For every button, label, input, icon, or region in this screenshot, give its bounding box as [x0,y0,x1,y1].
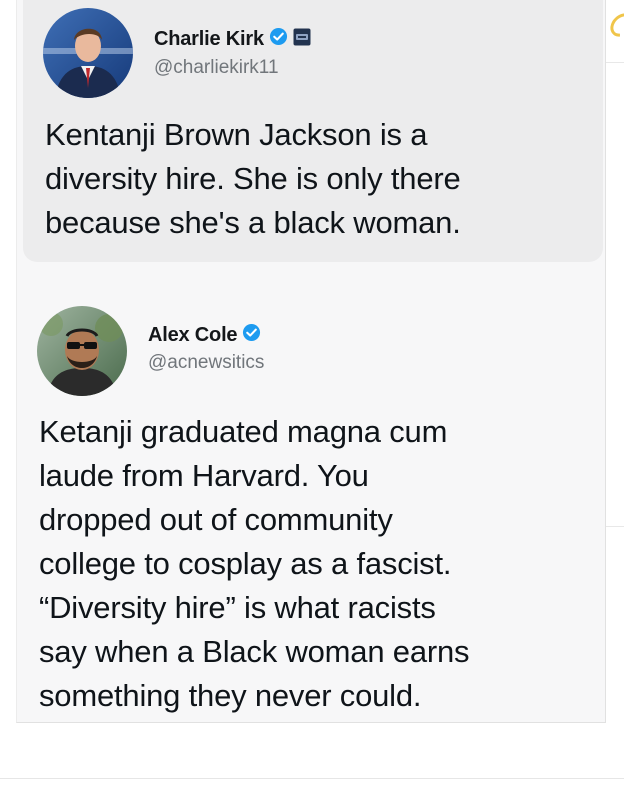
display-name[interactable]: Alex Cole [148,324,238,347]
author-row: Alex Cole [148,323,261,347]
avatar-charlie-kirk-image [43,8,133,98]
side-divider [604,526,624,527]
handle[interactable]: @acnewsitics [148,352,264,374]
tweet-text-line: college to cosplay as a fascist. [39,546,452,581]
tweet-card: Charlie Kirk @charliekirk11 Kentanji Bro… [16,0,606,723]
side-divider [604,62,624,63]
screenshot-page: Charlie Kirk @charliekirk11 Kentanji Bro… [0,0,624,788]
affiliate-badge-icon[interactable] [293,28,311,51]
avatar[interactable] [43,8,133,98]
tweet-text-line: “Diversity hire” is what racists [39,590,436,625]
verified-badge-icon [242,323,261,347]
handle[interactable]: @charliekirk11 [154,57,279,79]
tweet-text: Ketanji graduated magna cum laude from H… [39,410,599,718]
author-row: Charlie Kirk [154,27,311,51]
tweet-text-line: say when a Black woman earns [39,634,470,669]
edge-arc-fragment [605,8,624,42]
display-name[interactable]: Charlie Kirk [154,28,264,51]
tweet-text-line: dropped out of community [39,502,393,537]
avatar-alex-cole-image [37,306,127,396]
tweet-text: Kentanji Brown Jackson is a diversity hi… [45,113,605,245]
tweet-text-line: diversity hire. She is only there [45,161,461,196]
tweet-text-line: Ketanji graduated magna cum [39,414,448,449]
verified-badge-icon [269,27,288,51]
tweet-text-line: Kentanji Brown Jackson is a [45,117,428,152]
quoted-tweet[interactable]: Charlie Kirk @charliekirk11 Kentanji Bro… [23,0,603,262]
tweet-text-line: because she's a black woman. [45,205,461,240]
tweet-text-line: laude from Harvard. You [39,458,369,493]
tweet-text-line: something they never could. [39,678,422,713]
avatar[interactable] [37,306,127,396]
footer-divider [0,778,624,779]
